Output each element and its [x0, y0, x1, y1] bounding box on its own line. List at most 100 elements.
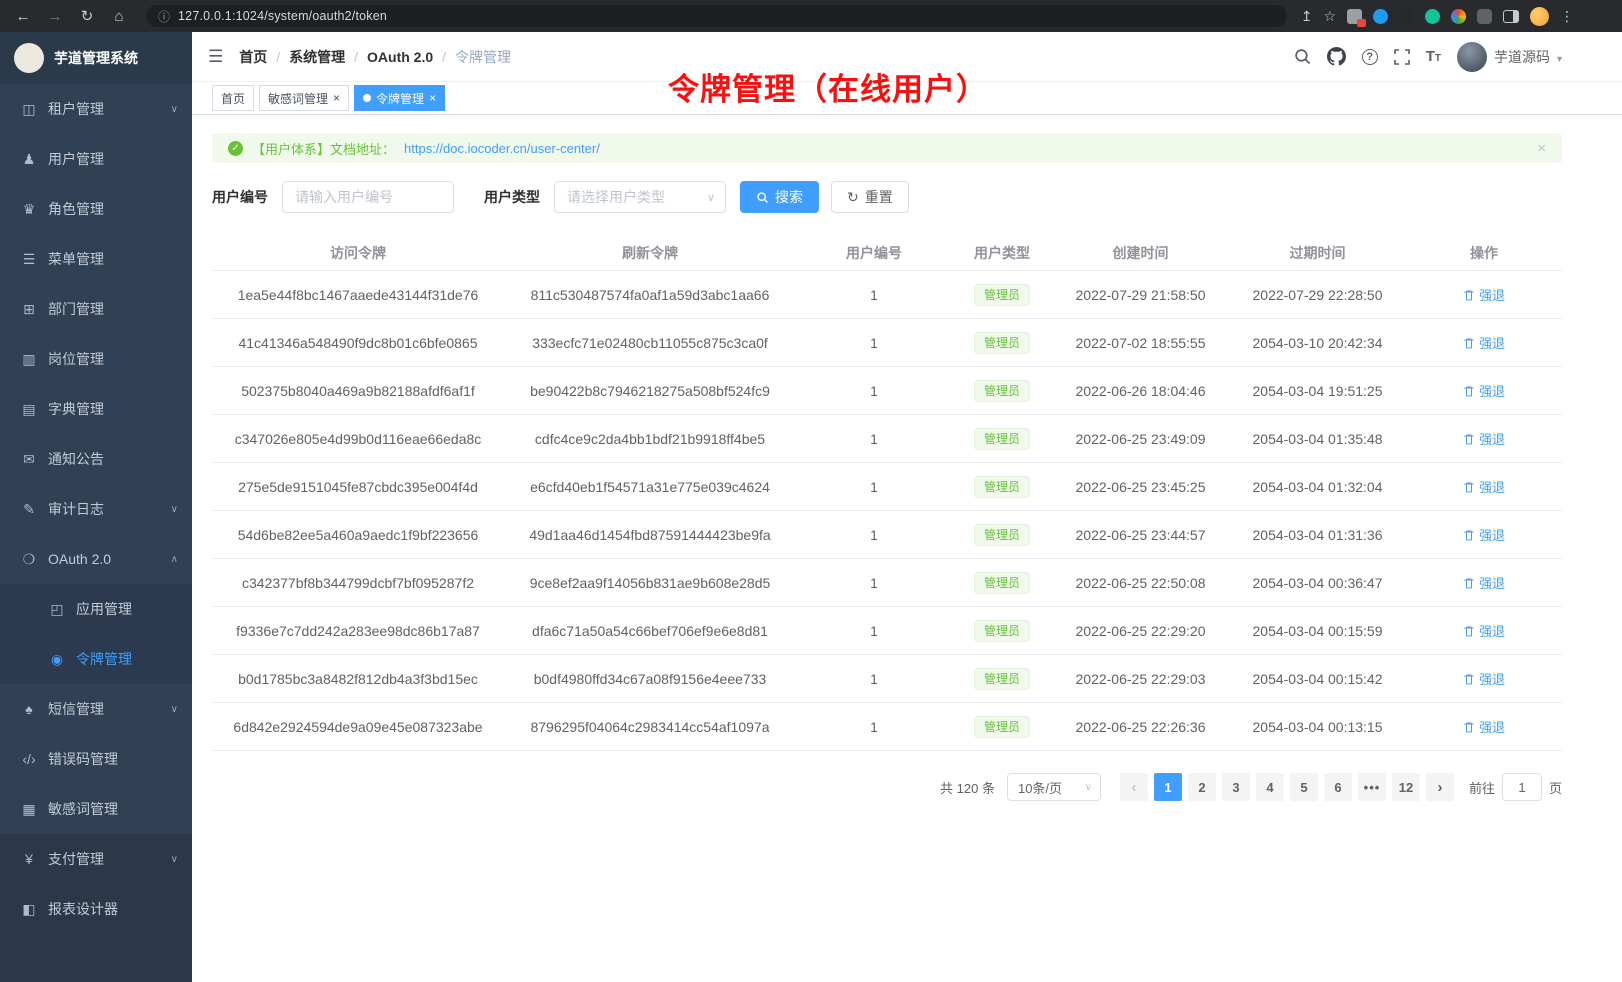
user-type-badge: 管理员	[974, 620, 1030, 642]
sidebar-item-sensitive-word[interactable]: ▦敏感词管理	[0, 784, 192, 834]
user-dropdown[interactable]: 芋道源码 ▾	[1457, 42, 1562, 72]
extension-icon-1[interactable]	[1347, 9, 1362, 24]
expire-time-cell: 2054-03-04 00:13:15	[1229, 719, 1406, 735]
breadcrumb-item: 令牌管理	[455, 47, 511, 67]
pagination-more[interactable]: •••	[1358, 773, 1386, 801]
tab-close-icon[interactable]: ×	[333, 92, 340, 104]
tab-close-icon[interactable]: ×	[429, 92, 436, 104]
alert-close-icon[interactable]: ×	[1537, 140, 1546, 157]
sidebar-item-role[interactable]: ♛角色管理	[0, 184, 192, 234]
address-bar[interactable]: ⓘ 127.0.0.1:1024/system/oauth2/token	[146, 5, 1287, 27]
site-info-icon[interactable]: ⓘ	[158, 8, 170, 25]
force-logout-button[interactable]: 强退	[1463, 621, 1505, 640]
pagination-page-5[interactable]: 5	[1290, 773, 1318, 801]
create-time-cell: 2022-06-25 23:45:25	[1052, 479, 1229, 495]
force-logout-button[interactable]: 强退	[1463, 573, 1505, 592]
browser-profile-avatar[interactable]	[1530, 7, 1549, 26]
action-cell: 强退	[1406, 717, 1562, 736]
pagination-page-2[interactable]: 2	[1188, 773, 1216, 801]
refresh-token-cell: e6cfd40eb1f54571a31e775e039c4624	[504, 479, 796, 495]
sidebar-item-menu[interactable]: ☰菜单管理	[0, 234, 192, 284]
sidebar-item-dept[interactable]: ⊞部门管理	[0, 284, 192, 334]
user-type-cell: 管理员	[952, 476, 1052, 498]
tab-home[interactable]: 首页	[212, 85, 254, 111]
sidebar-item-oauth-token[interactable]: ◉令牌管理	[0, 634, 192, 684]
font-size-icon[interactable]: TT	[1426, 48, 1441, 65]
sidebar-item-report[interactable]: ◧报表设计器	[0, 884, 192, 934]
force-logout-button[interactable]: 强退	[1463, 669, 1505, 688]
github-icon[interactable]	[1327, 47, 1346, 66]
force-logout-button[interactable]: 强退	[1463, 285, 1505, 304]
extension-icon-3[interactable]	[1399, 9, 1414, 24]
access-token-cell: c342377bf8b344799dcbf7bf095287f2	[212, 575, 504, 591]
browser-back-icon[interactable]: ←	[10, 8, 36, 25]
sidebar-item-tenant[interactable]: ◫租户管理∨	[0, 84, 192, 134]
force-logout-button[interactable]: 强退	[1463, 525, 1505, 544]
pagination-prev-button[interactable]: ‹	[1120, 773, 1148, 801]
sidebar-item-pay[interactable]: ¥支付管理∨	[0, 834, 192, 884]
force-logout-button[interactable]: 强退	[1463, 381, 1505, 400]
help-icon[interactable]: ?	[1362, 49, 1378, 65]
force-logout-button[interactable]: 强退	[1463, 717, 1505, 736]
sidebar-item-notice[interactable]: ✉通知公告	[0, 434, 192, 484]
reset-button[interactable]: ↻ 重置	[831, 181, 909, 213]
search-button[interactable]: 搜索	[740, 181, 819, 213]
action-cell: 强退	[1406, 477, 1562, 496]
sidebar-item-sms[interactable]: ♠短信管理∨	[0, 684, 192, 734]
extensions-puzzle-icon[interactable]	[1477, 9, 1492, 24]
sidebar-item-oauth[interactable]: ❍OAuth 2.0∧	[0, 534, 192, 584]
browser-forward-icon[interactable]: →	[42, 8, 68, 25]
browser-menu-icon[interactable]: ⋮	[1560, 8, 1574, 25]
sidebar-item-label: 用户管理	[48, 149, 104, 169]
force-logout-label: 强退	[1479, 621, 1505, 640]
action-cell: 强退	[1406, 669, 1562, 688]
user-type-label: 用户类型	[484, 187, 540, 207]
user-id-cell: 1	[796, 671, 952, 687]
refresh-token-cell: 811c530487574fa0af1a59d3abc1aa66	[504, 287, 796, 303]
page-size-select[interactable]: 10条/页 ∨	[1007, 773, 1101, 801]
pagination-page-6[interactable]: 6	[1324, 773, 1352, 801]
column-header: 访问令牌	[212, 243, 504, 263]
breadcrumb-item[interactable]: OAuth 2.0	[367, 49, 433, 65]
sidebar-item-post[interactable]: ▥岗位管理	[0, 334, 192, 384]
create-time-cell: 2022-07-29 21:58:50	[1052, 287, 1229, 303]
force-logout-button[interactable]: 强退	[1463, 477, 1505, 496]
sidebar-item-oauth-app[interactable]: ◰应用管理	[0, 584, 192, 634]
oauth-app-icon: ◰	[48, 601, 66, 618]
doc-link[interactable]: https://doc.iocoder.cn/user-center/	[404, 141, 600, 156]
tab-sensitive-word[interactable]: 敏感词管理×	[259, 85, 349, 111]
extension-icon-5[interactable]	[1451, 9, 1466, 24]
search-icon[interactable]	[1294, 48, 1311, 65]
fullscreen-icon[interactable]	[1394, 49, 1410, 65]
breadcrumb-item[interactable]: 系统管理	[289, 47, 345, 67]
user-type-select[interactable]: 请选择用户类型 ∨	[554, 181, 726, 213]
pagination-page-12[interactable]: 12	[1392, 773, 1420, 801]
share-icon[interactable]: ↥	[1301, 8, 1313, 25]
access-token-cell: f9336e7c7dd242a283ee98dc86b17a87	[212, 623, 504, 639]
pay-icon: ¥	[20, 851, 38, 867]
user-id-input[interactable]	[282, 181, 454, 213]
browser-reload-icon[interactable]: ↻	[74, 7, 100, 25]
pagination-page-3[interactable]: 3	[1222, 773, 1250, 801]
sidebar-item-dict[interactable]: ▤字典管理	[0, 384, 192, 434]
goto-page-input[interactable]	[1502, 773, 1542, 801]
pagination-page-1[interactable]: 1	[1154, 773, 1182, 801]
side-panel-icon[interactable]	[1503, 10, 1519, 23]
tag-tabs-bar: 首页敏感词管理×令牌管理×	[192, 82, 1622, 115]
user-id-cell: 1	[796, 287, 952, 303]
tab-token[interactable]: 令牌管理×	[354, 85, 445, 111]
sidebar-item-audit-log[interactable]: ✎审计日志∨	[0, 484, 192, 534]
extension-icon-2[interactable]	[1373, 9, 1388, 24]
sidebar-item-user[interactable]: ♟用户管理	[0, 134, 192, 184]
pagination-next-button[interactable]: ›	[1426, 773, 1454, 801]
force-logout-button[interactable]: 强退	[1463, 429, 1505, 448]
force-logout-button[interactable]: 强退	[1463, 333, 1505, 352]
collapse-menu-icon[interactable]: ☰	[208, 47, 223, 67]
pagination-page-4[interactable]: 4	[1256, 773, 1284, 801]
bookmark-star-icon[interactable]: ☆	[1323, 8, 1336, 25]
sidebar-item-error-code[interactable]: ‹/›错误码管理	[0, 734, 192, 784]
browser-home-icon[interactable]: ⌂	[106, 8, 132, 25]
refresh-token-cell: cdfc4ce9c2da4bb1bdf21b9918ff4be5	[504, 431, 796, 447]
extension-icon-4[interactable]	[1425, 9, 1440, 24]
breadcrumb-item[interactable]: 首页	[239, 47, 267, 67]
